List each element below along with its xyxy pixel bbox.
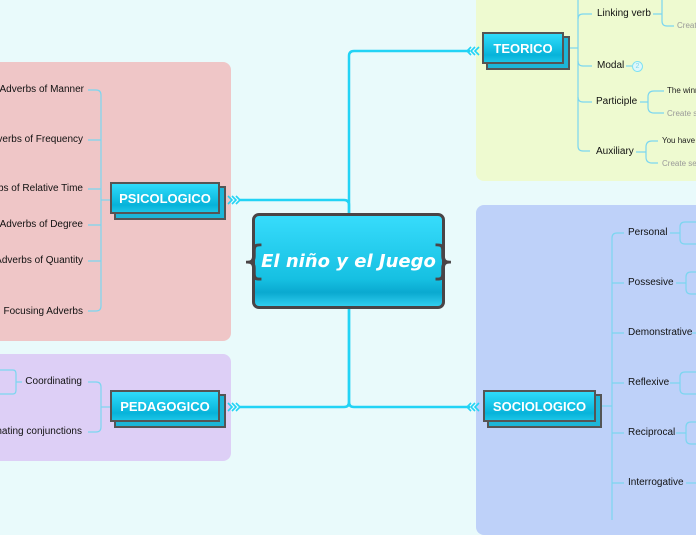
- subtopic-personal[interactable]: Personal: [628, 227, 667, 238]
- subtopic-note[interactable]: You have: [662, 136, 695, 145]
- subtopic-reflexive[interactable]: Reflexive: [628, 377, 669, 388]
- topic-label: PSICOLOGICO: [119, 190, 211, 206]
- subtopic-reciprocal[interactable]: Reciprocal: [628, 427, 675, 438]
- subtopic-focusing-adverbs[interactable]: Focusing Adverbs: [4, 306, 84, 317]
- subtopic-coordinating[interactable]: Coordinating: [25, 376, 82, 387]
- subtopic-adverbs-of-relative-time[interactable]: Adverbs of Relative Time: [0, 183, 83, 194]
- connector-socio: [347, 309, 470, 409]
- teorico-region: [476, 0, 696, 181]
- subtopic-adverbs-of-degree[interactable]: Adverbs of Degree: [0, 219, 83, 230]
- connector-teorico: [347, 49, 470, 213]
- topic-teorico[interactable]: TEORICO: [482, 32, 564, 64]
- subtopic-modal[interactable]: Modal: [597, 60, 624, 71]
- connector-peda: [240, 309, 351, 409]
- subtopic-interrogative[interactable]: Interrogative: [628, 477, 684, 488]
- topic-label: TEORICO: [493, 40, 553, 56]
- topic-label: SOCIOLOGICO: [492, 398, 587, 414]
- central-topic[interactable]: { El niño y el Juego }: [241, 213, 456, 309]
- subtopic-linking-verb[interactable]: Linking verb: [597, 8, 651, 19]
- subtopic-subordinating-conjunctions[interactable]: Subordinating conjunctions: [0, 426, 82, 437]
- create-subtopic-placeholder[interactable]: Create se: [667, 109, 696, 118]
- subtopic-adverbs-of-manner[interactable]: Adverbs of Manner: [0, 84, 84, 95]
- topic-psicologico[interactable]: PSICOLOGICO: [110, 182, 220, 214]
- subtopic-adverbs-of-quantity[interactable]: Adverbs of Quantity: [0, 255, 83, 266]
- subtopic-adverbs-of-frequency[interactable]: Adverbs of Frequency: [0, 134, 83, 145]
- subtopic-note[interactable]: The winn: [667, 86, 696, 95]
- create-subtopic-placeholder[interactable]: Create se: [662, 159, 696, 168]
- central-topic-title: El niño y el Juego: [261, 250, 436, 272]
- subtopic-possesive[interactable]: Possesive: [628, 277, 674, 288]
- right-brace-icon: }: [430, 238, 456, 284]
- topic-sociologico[interactable]: SOCIOLOGICO: [483, 390, 596, 422]
- subtopic-demonstrative[interactable]: Demonstrative: [628, 327, 692, 338]
- subtopic-auxiliary[interactable]: Auxiliary: [596, 146, 634, 157]
- collapsed-count-badge[interactable]: 2: [632, 61, 643, 72]
- create-subtopic-placeholder[interactable]: Create: [677, 21, 696, 30]
- topic-pedagogico[interactable]: PEDAGOGICO: [110, 390, 220, 422]
- connector-psico: [240, 198, 351, 213]
- left-brace-icon: {: [241, 238, 267, 284]
- subtopic-participle[interactable]: Participle: [596, 96, 637, 107]
- topic-label: PEDAGOGICO: [120, 398, 210, 414]
